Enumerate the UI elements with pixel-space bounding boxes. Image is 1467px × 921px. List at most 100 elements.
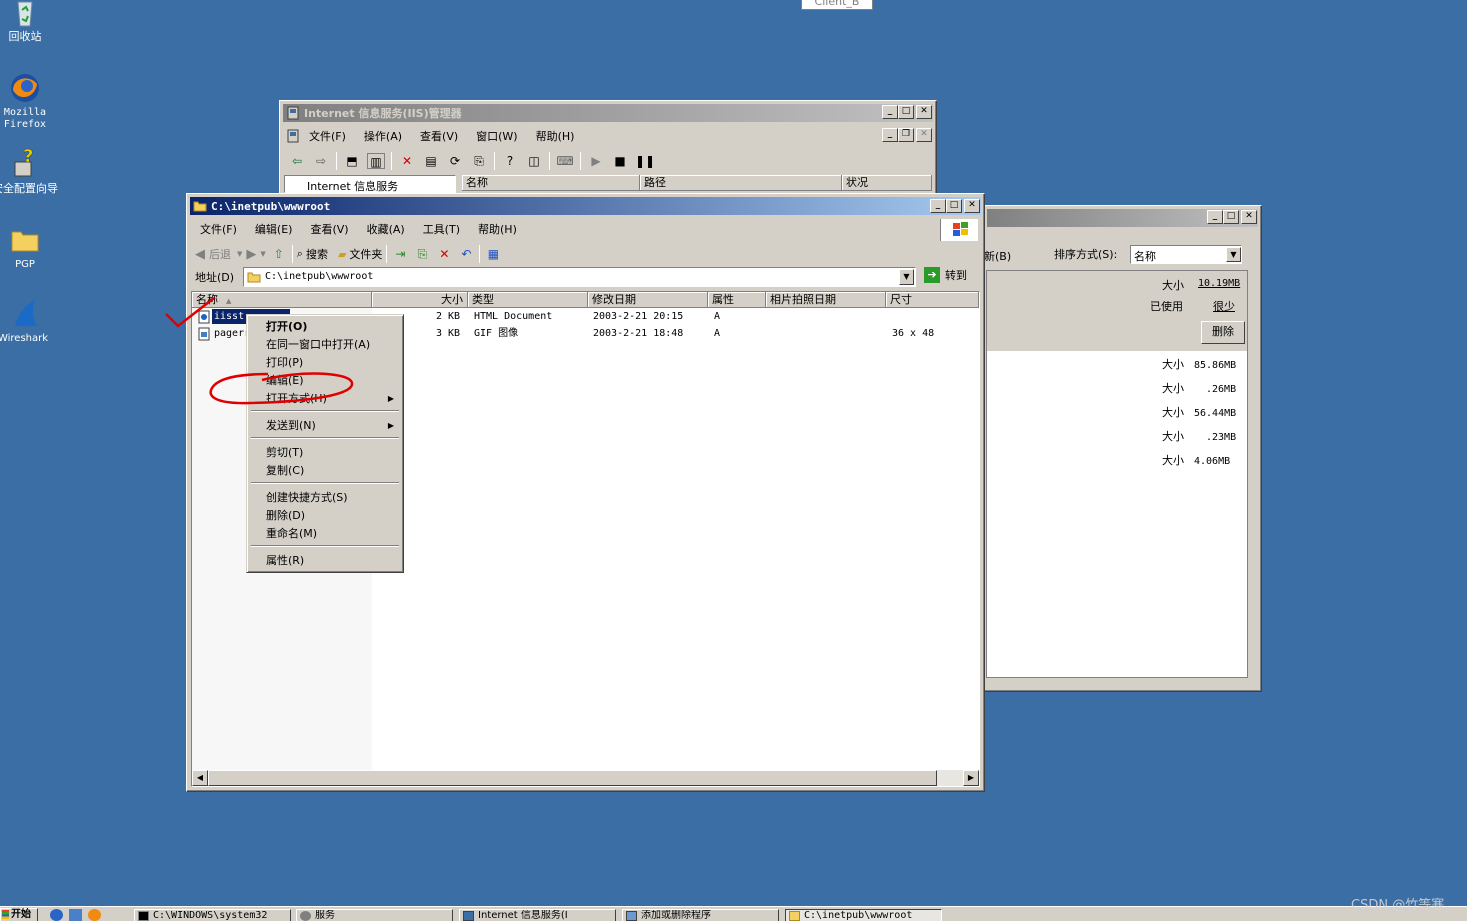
undo-icon[interactable]: ↶ <box>457 246 475 262</box>
menu-favorites[interactable]: 收藏(A) <box>358 221 414 237</box>
close-button[interactable]: ✕ <box>916 128 932 142</box>
taskbar-item-add-remove[interactable]: 添加或删除程序 <box>622 909 779 921</box>
refresh-icon[interactable]: ⟳ <box>446 153 464 169</box>
address-bar[interactable]: C:\inetpub\wwwroot ▼ <box>243 267 916 287</box>
maximize-button[interactable]: □ <box>898 105 914 119</box>
column-header-size[interactable]: 大小 <box>372 292 468 308</box>
maximize-button[interactable]: □ <box>946 199 962 213</box>
tree-toggle-icon[interactable]: ▥ <box>367 153 385 169</box>
pause-icon[interactable]: ❚❚ <box>635 153 655 169</box>
taskbar-item-iis[interactable]: Internet 信息服务(I <box>459 909 616 921</box>
menu-edit[interactable]: 编辑(E) <box>246 221 302 237</box>
desktop-icon-security-wizard[interactable]: ? 安全配置向导 <box>0 146 58 195</box>
menu-action[interactable]: 操作(A) <box>355 128 411 144</box>
iis-manager-window[interactable]: Internet 信息服务(IIS)管理器 _ □ ✕ 文件(F) 操作(A) … <box>279 100 937 195</box>
computer-icon[interactable]: ⌨ <box>556 153 574 169</box>
chevron-down-icon[interactable]: ▼ <box>1226 247 1241 262</box>
delete-icon[interactable]: ✕ <box>398 153 416 169</box>
menu-item-print[interactable]: 打印(P) <box>250 354 400 372</box>
menu-item-create-shortcut[interactable]: 创建快捷方式(S) <box>250 489 400 507</box>
chevron-down-icon[interactable]: ▼ <box>899 269 914 285</box>
title-bar[interactable]: C:\inetpub\wwwroot <box>190 197 981 215</box>
taskbar-item-services[interactable]: 服务 <box>296 909 453 921</box>
copy-to-icon[interactable]: ⎘ <box>413 246 431 262</box>
taskbar-item-cmd[interactable]: C:\WINDOWS\system32 <box>134 909 291 921</box>
used-value[interactable]: 很少 <box>1213 298 1235 314</box>
column-header-attributes[interactable]: 属性 <box>708 292 766 308</box>
back-arrow-icon[interactable]: ⇦ <box>288 153 306 169</box>
maximize-button[interactable]: □ <box>1223 210 1239 224</box>
column-header-name[interactable]: 名称 <box>462 175 640 191</box>
firefox-icon[interactable] <box>88 909 101 921</box>
minimize-button[interactable]: _ <box>882 105 898 119</box>
program-item[interactable]: 大小 4.06MB <box>1162 452 1230 468</box>
go-button[interactable]: ➔ 转到 <box>924 267 967 283</box>
column-header-path[interactable]: 路径 <box>640 175 842 191</box>
folders-button[interactable]: ▰ 文件夹 <box>338 246 382 262</box>
menu-item-properties[interactable]: 属性(R) <box>250 552 400 570</box>
scroll-thumb[interactable] <box>208 770 937 786</box>
menu-file[interactable]: 文件(F) <box>300 128 355 144</box>
program-item[interactable]: 大小 85.86MB <box>1162 356 1236 372</box>
menu-item-open-with[interactable]: 打开方式(H) ▶ <box>250 390 400 408</box>
close-button[interactable]: ✕ <box>964 199 980 213</box>
taskbar-item-explorer[interactable]: C:\inetpub\wwwroot <box>785 909 942 921</box>
size-value[interactable]: 10.19MB <box>1198 278 1240 289</box>
play-icon[interactable]: ▶ <box>587 153 605 169</box>
forward-arrow-icon[interactable]: ⇨ <box>312 153 330 169</box>
program-item[interactable]: 大小 56.44MB <box>1162 404 1236 420</box>
menu-tools[interactable]: 工具(T) <box>414 221 469 237</box>
menu-file[interactable]: 文件(F) <box>191 221 246 237</box>
desktop-icon-firefox[interactable]: Mozilla Firefox <box>0 72 55 131</box>
close-button[interactable]: ✕ <box>916 105 932 119</box>
export-icon[interactable]: ⎘ <box>470 153 488 169</box>
programs-list[interactable]: 大小 10.19MB 已使用 很少 删除 大小 85.86MB 大小 .26MB 大… <box>986 270 1248 678</box>
panel-icon[interactable]: ◫ <box>525 153 543 169</box>
program-item[interactable]: 大小 .26MB <box>1162 380 1236 396</box>
horizontal-scrollbar[interactable]: ◀ ▶ <box>192 770 979 786</box>
stop-icon[interactable]: ■ <box>611 153 629 169</box>
desktop-icon-pgp[interactable]: PGP <box>0 224 55 271</box>
views-icon[interactable]: ▦ <box>484 246 502 262</box>
scroll-left-icon[interactable]: ◀ <box>192 770 208 786</box>
search-button[interactable]: ⌕ 搜索 <box>297 246 328 262</box>
program-item[interactable]: 大小 .23MB <box>1162 428 1236 444</box>
desktop-icon-wireshark[interactable]: Wireshark <box>0 298 55 345</box>
menu-item-open[interactable]: 打开(O) <box>250 318 400 336</box>
start-button[interactable]: 开始 <box>0 908 38 921</box>
menu-item-send-to[interactable]: 发送到(N) ▶ <box>250 417 400 435</box>
menu-item-rename[interactable]: 重命名(M) <box>250 525 400 543</box>
menu-item-copy[interactable]: 复制(C) <box>250 462 400 480</box>
menu-item-delete[interactable]: 删除(D) <box>250 507 400 525</box>
menu-item-edit[interactable]: 编辑(E) <box>250 372 400 390</box>
minimize-button[interactable]: _ <box>930 199 946 213</box>
up-folder-icon[interactable]: ⇧ <box>270 246 288 262</box>
menu-view[interactable]: 查看(V) <box>301 221 357 237</box>
menu-help[interactable]: 帮助(H) <box>469 221 526 237</box>
menu-item-open-same-window[interactable]: 在同一窗口中打开(A) <box>250 336 400 354</box>
move-to-icon[interactable]: ⇥ <box>391 246 409 262</box>
refresh-label[interactable]: 新(B) <box>984 248 1011 264</box>
column-header-status[interactable]: 状况 <box>842 175 932 191</box>
column-header-modified[interactable]: 修改日期 <box>588 292 708 308</box>
title-bar[interactable]: Internet 信息服务(IIS)管理器 <box>283 104 933 122</box>
back-button[interactable]: ◀ 后退 ▼ <box>195 246 242 262</box>
menu-view[interactable]: 查看(V) <box>411 128 467 144</box>
menu-help[interactable]: 帮助(H) <box>527 128 584 144</box>
close-button[interactable]: ✕ <box>1241 210 1257 224</box>
restore-button[interactable]: ❐ <box>898 128 914 142</box>
up-folder-icon[interactable]: ⬒ <box>343 153 361 169</box>
column-header-date-taken[interactable]: 相片拍照日期 <box>766 292 886 308</box>
column-header-type[interactable]: 类型 <box>468 292 588 308</box>
tree-pane[interactable]: Internet 信息服务 <box>284 175 456 193</box>
menu-item-cut[interactable]: 剪切(T) <box>250 444 400 462</box>
delete-button[interactable]: 删除 <box>1201 321 1245 344</box>
show-desktop-icon[interactable] <box>69 909 82 921</box>
add-remove-programs-window[interactable]: _ □ ✕ 新(B) 排序方式(S): 名称 ▼ 大小 10.19MB 已使用 … <box>983 205 1262 692</box>
sort-select[interactable]: 名称 ▼ <box>1130 245 1242 264</box>
ie-icon[interactable] <box>50 909 63 921</box>
forward-button[interactable]: ▶ ▼ <box>246 247 265 262</box>
context-menu[interactable]: 打开(O) 在同一窗口中打开(A) 打印(P) 编辑(E) 打开方式(H) ▶ 发… <box>246 314 404 573</box>
menu-window[interactable]: 窗口(W) <box>467 128 526 144</box>
column-header-dimensions[interactable]: 尺寸 <box>886 292 979 308</box>
